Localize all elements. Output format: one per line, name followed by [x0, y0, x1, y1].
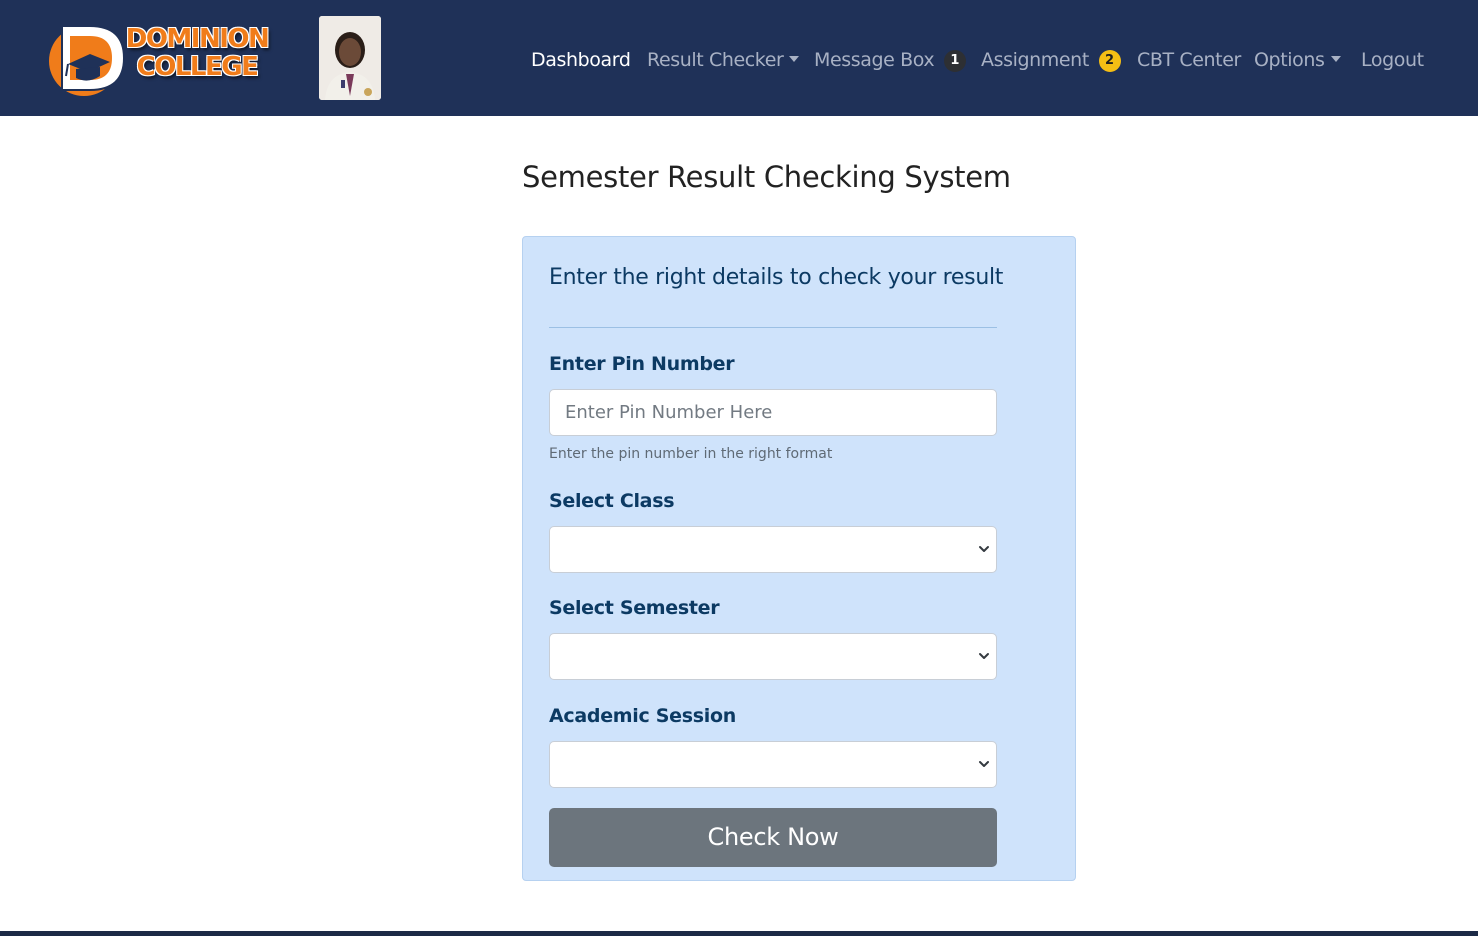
card-heading: Enter the right details to check your re… [549, 265, 1004, 290]
navbar: DOMINION COLLEGE Dashboard Result Checke… [0, 0, 1478, 116]
footer-border [0, 931, 1478, 936]
pin-input[interactable] [550, 390, 996, 435]
message-count-badge: 1 [943, 50, 966, 72]
nav-result-checker-label: Result Checker [647, 49, 784, 71]
semester-label: Select Semester [549, 597, 720, 619]
nav-dashboard[interactable]: Dashboard [531, 46, 631, 74]
pin-field[interactable] [549, 389, 997, 436]
pin-help-text: Enter the pin number in the right format [549, 446, 833, 462]
assignment-count-badge: 2 [1098, 50, 1121, 72]
check-now-button[interactable]: Check Now [549, 808, 997, 867]
result-check-card: Enter the right details to check your re… [522, 236, 1076, 881]
nav-cbt-center[interactable]: CBT Center [1137, 46, 1241, 74]
chevron-down-icon [979, 653, 989, 659]
nav-dashboard-label: Dashboard [531, 49, 631, 71]
pin-label: Enter Pin Number [549, 353, 735, 375]
nav-cbt-center-label: CBT Center [1137, 49, 1241, 71]
dropdown-caret-icon [1330, 56, 1341, 62]
nav-result-checker[interactable]: Result Checker [647, 46, 800, 74]
main-nav: Dashboard Result Checker Message Box 1 A… [0, 0, 1478, 116]
chevron-down-icon [979, 546, 989, 552]
page-title: Semester Result Checking System [522, 160, 1011, 194]
session-select[interactable] [549, 741, 997, 788]
dropdown-caret-icon [789, 56, 800, 62]
chevron-down-icon [979, 761, 989, 767]
nav-logout[interactable]: Logout [1361, 46, 1424, 74]
class-select[interactable] [549, 526, 997, 573]
semester-select[interactable] [549, 633, 997, 680]
session-label: Academic Session [549, 705, 736, 727]
nav-options[interactable]: Options [1254, 46, 1341, 74]
nav-message-box[interactable]: Message Box 1 [814, 46, 966, 74]
nav-assignment[interactable]: Assignment 2 [981, 46, 1121, 74]
nav-assignment-label: Assignment [981, 49, 1089, 71]
nav-options-label: Options [1254, 49, 1325, 71]
nav-logout-label: Logout [1361, 49, 1424, 71]
class-label: Select Class [549, 490, 675, 512]
divider [549, 327, 997, 328]
nav-message-box-label: Message Box [814, 49, 935, 71]
